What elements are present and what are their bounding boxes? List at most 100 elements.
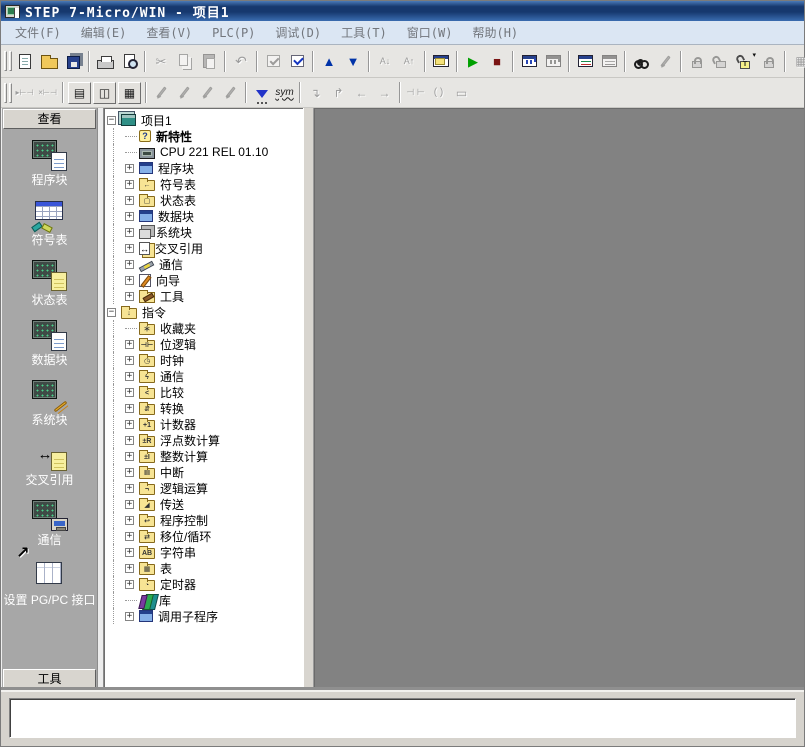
run-button[interactable]: ▶: [461, 49, 485, 73]
status-monitor-button[interactable]: [629, 49, 653, 73]
tree-item-whats-new[interactable]: ?新特性: [107, 128, 303, 144]
tree-expander-plus[interactable]: +: [125, 484, 134, 493]
tree-expander-plus[interactable]: +: [125, 452, 134, 461]
tree-item-string[interactable]: +AB字符串: [107, 544, 303, 560]
tree-expander-plus[interactable]: +: [125, 292, 134, 301]
tree-expander-plus[interactable]: +: [125, 548, 134, 557]
tree-expander-plus[interactable]: +: [125, 244, 134, 253]
menu-plc[interactable]: PLC(P): [202, 24, 265, 42]
tree-expander-plus[interactable]: +: [125, 196, 134, 205]
tree-expander-minus[interactable]: −: [107, 308, 116, 317]
tree-expander-plus[interactable]: +: [125, 228, 134, 237]
tree-item-interrupt[interactable]: +III中断: [107, 464, 303, 480]
tree-item-data-block[interactable]: +数据块: [107, 208, 303, 224]
tree-expander-plus[interactable]: +: [125, 388, 134, 397]
nav-item-communications[interactable]: 通信: [2, 500, 97, 547]
tree-item-move[interactable]: +◢传送: [107, 496, 303, 512]
options-button[interactable]: [429, 49, 453, 73]
tools-bar-header[interactable]: 工具: [3, 669, 96, 689]
nav-item-cross-reference[interactable]: 交叉引用: [2, 440, 97, 487]
upload-button[interactable]: ▲: [317, 49, 341, 73]
tree-expander-plus[interactable]: +: [125, 212, 134, 221]
menu-debug[interactable]: 调试(D): [265, 22, 331, 43]
tree-item-call-subroutines[interactable]: +调用子程序: [107, 608, 303, 624]
tree-expander-plus[interactable]: +: [125, 164, 134, 173]
nav-item-system-block[interactable]: 系统块: [2, 380, 97, 427]
nav-item-status-chart[interactable]: 状态表: [2, 260, 97, 307]
tree-expander-minus[interactable]: −: [107, 116, 116, 125]
tree-expander-plus[interactable]: +: [125, 420, 134, 429]
tree-expander-plus[interactable]: +: [125, 340, 134, 349]
menu-file[interactable]: 文件(F): [5, 22, 71, 43]
nav-item-set-pgpc-interface[interactable]: 设置 PG/PC 接口: [2, 560, 97, 607]
tree-item-favorites[interactable]: ＊收藏夹: [107, 320, 303, 336]
tree-expander-plus[interactable]: +: [125, 516, 134, 525]
nav-item-program-block[interactable]: 程序块: [2, 140, 97, 187]
stop-button[interactable]: ■: [485, 49, 509, 73]
tree-item-counters[interactable]: ++1计数器: [107, 416, 303, 432]
view-network-comments-button[interactable]: ◫: [93, 82, 116, 104]
tree-item-clock[interactable]: +◷时钟: [107, 352, 303, 368]
tree-expander-plus[interactable]: +: [125, 564, 134, 573]
tree-item-symbol-table[interactable]: +←符号表: [107, 176, 303, 192]
tree-item-tools[interactable]: +工具: [107, 288, 303, 304]
tree-item-instructions[interactable]: −↓指令: [107, 304, 303, 320]
tree-item-comm[interactable]: +ϟ通信: [107, 368, 303, 384]
tree-item-bit-logic[interactable]: +⊣⊢位逻辑: [107, 336, 303, 352]
new-project-button[interactable]: [13, 49, 37, 73]
toolbar-grip[interactable]: [4, 51, 7, 71]
symbolic-addressing-button[interactable]: sym: [273, 82, 296, 104]
menu-help[interactable]: 帮助(H): [462, 22, 528, 43]
open-project-button[interactable]: [37, 49, 61, 73]
compile-all-button[interactable]: [285, 49, 309, 73]
tree-item-integer-math[interactable]: +±I整数计算: [107, 448, 303, 464]
chart-status-button[interactable]: [573, 49, 597, 73]
tree-item-program-block[interactable]: +程序块: [107, 160, 303, 176]
tree-item-timers[interactable]: +◔定时器: [107, 576, 303, 592]
tree-item-status-chart[interactable]: +▢状态表: [107, 192, 303, 208]
tree-item-system-block[interactable]: +系统块: [107, 224, 303, 240]
menu-window[interactable]: 窗口(W): [397, 22, 463, 43]
tree-expander-plus[interactable]: +: [125, 612, 134, 621]
toolbar-grip[interactable]: [9, 83, 12, 103]
print-button[interactable]: [93, 49, 117, 73]
menu-view[interactable]: 查看(V): [136, 22, 202, 43]
tree-expander-plus[interactable]: +: [125, 372, 134, 381]
nav-item-data-block[interactable]: 数据块: [2, 320, 97, 367]
tree-item-compare[interactable]: +<比较: [107, 384, 303, 400]
view-bar-header[interactable]: 查看: [3, 109, 96, 129]
tree-item-convert[interactable]: +⇵转换: [107, 400, 303, 416]
print-preview-button[interactable]: [117, 49, 141, 73]
goto-network-button[interactable]: [250, 82, 273, 104]
menu-tools[interactable]: 工具(T): [331, 22, 397, 43]
tree-expander-plus[interactable]: +: [125, 468, 134, 477]
tree-item-program-control[interactable]: +↩程序控制: [107, 512, 303, 528]
tree-item-logical-operations[interactable]: +¬逻辑运算: [107, 480, 303, 496]
menu-edit[interactable]: 编辑(E): [71, 22, 137, 43]
tree-expander-plus[interactable]: +: [125, 356, 134, 365]
tree-item-table[interactable]: +▦表: [107, 560, 303, 576]
view-symbol-info-table-button[interactable]: ▦: [118, 82, 141, 104]
tree-item-cross-reference[interactable]: +交叉引用: [107, 240, 303, 256]
tree-item-floating-point-math[interactable]: +±R浮点数计算: [107, 432, 303, 448]
toolbar-grip[interactable]: [4, 83, 7, 103]
nav-item-symbol-table[interactable]: 符号表: [2, 200, 97, 247]
panel-splitter[interactable]: [303, 108, 314, 690]
view-pou-comments-button[interactable]: ▤: [68, 82, 91, 104]
tree-item-cpu[interactable]: CPU 221 REL 01.10: [107, 144, 303, 160]
tree-expander-plus[interactable]: +: [125, 500, 134, 509]
tree-item-wizards[interactable]: +向导: [107, 272, 303, 288]
tree-expander-plus[interactable]: +: [125, 436, 134, 445]
temporary-unlock-button[interactable]: T▾: [733, 49, 757, 73]
tree-expander-plus[interactable]: +: [125, 180, 134, 189]
tree-expander-plus[interactable]: +: [125, 276, 134, 285]
tree-item-project-1[interactable]: −项目1: [107, 112, 303, 128]
tree-item-shift-rotate[interactable]: +⇄移位/循环: [107, 528, 303, 544]
tree-expander-plus[interactable]: +: [125, 260, 134, 269]
tree-item-libraries[interactable]: 库: [107, 592, 303, 608]
tree-expander-plus[interactable]: +: [125, 580, 134, 589]
save-all-button[interactable]: [61, 49, 85, 73]
program-status-button[interactable]: [517, 49, 541, 73]
tree-item-communications[interactable]: +通信: [107, 256, 303, 272]
tree-expander-plus[interactable]: +: [125, 532, 134, 541]
